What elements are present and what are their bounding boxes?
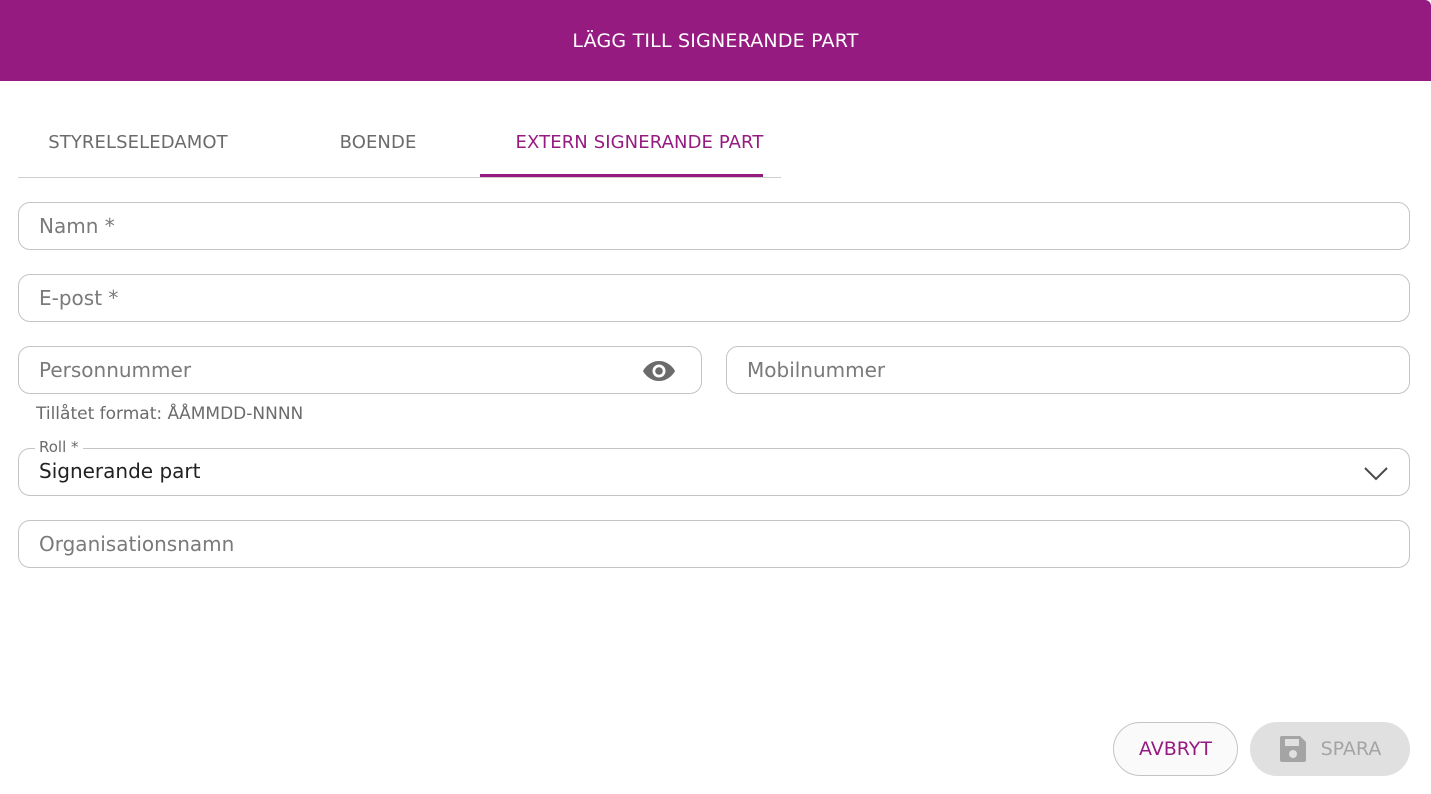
tab-resident[interactable]: BOENDE bbox=[258, 108, 498, 177]
active-tab-indicator bbox=[480, 174, 763, 177]
dialog-header: LÄGG TILL SIGNERANDE PART bbox=[0, 0, 1431, 81]
personal-number-field bbox=[18, 346, 702, 394]
cancel-button-label: AVBRYT bbox=[1138, 738, 1212, 760]
mobile-number-input[interactable] bbox=[747, 347, 1389, 393]
floppy-disk-icon bbox=[1279, 735, 1307, 763]
email-input[interactable] bbox=[39, 275, 1389, 321]
email-field bbox=[18, 274, 1410, 322]
tab-external-signing-party[interactable]: EXTERN SIGNERANDE PART bbox=[498, 108, 781, 177]
organization-name-field bbox=[18, 520, 1410, 568]
tab-board-member-label: STYRELSELEDAMOT bbox=[48, 132, 228, 153]
role-selected-value: Signerande part bbox=[39, 459, 201, 483]
tab-external-signing-party-label: EXTERN SIGNERANDE PART bbox=[515, 132, 764, 153]
save-button[interactable]: SPARA bbox=[1250, 722, 1410, 776]
cancel-button[interactable]: AVBRYT bbox=[1113, 722, 1238, 776]
tab-bar: STYRELSELEDAMOT BOENDE EXTERN SIGNERANDE… bbox=[18, 108, 781, 178]
tab-resident-label: BOENDE bbox=[339, 132, 417, 153]
organization-name-input[interactable] bbox=[39, 521, 1389, 567]
personal-number-helper-text: Tillåtet format: ÅÅMMDD-NNNN bbox=[36, 404, 304, 424]
save-button-label: SPARA bbox=[1320, 738, 1382, 760]
role-label: Roll * bbox=[35, 438, 83, 456]
tab-board-member[interactable]: STYRELSELEDAMOT bbox=[18, 108, 258, 177]
chevron-down-icon bbox=[1363, 464, 1389, 482]
dialog-title: LÄGG TILL SIGNERANDE PART bbox=[572, 29, 859, 52]
personal-number-input[interactable] bbox=[39, 347, 621, 393]
role-select[interactable]: Roll * Signerande part bbox=[18, 438, 1410, 496]
eye-icon[interactable] bbox=[641, 358, 677, 384]
name-input[interactable] bbox=[39, 203, 1389, 249]
name-field bbox=[18, 202, 1410, 250]
add-signing-party-dialog: LÄGG TILL SIGNERANDE PART STYRELSELEDAMO… bbox=[0, 0, 1431, 794]
mobile-number-field bbox=[726, 346, 1410, 394]
